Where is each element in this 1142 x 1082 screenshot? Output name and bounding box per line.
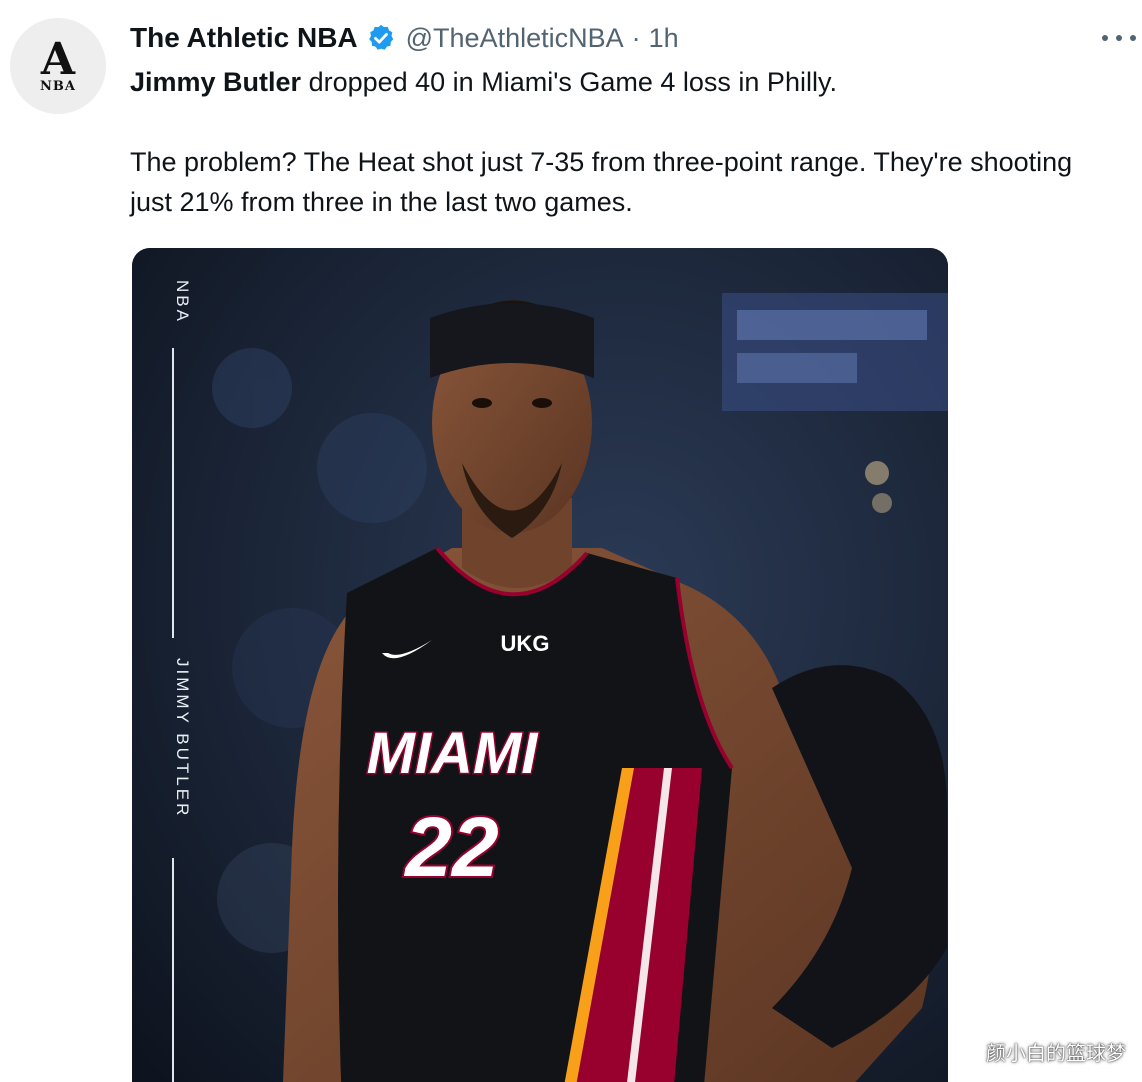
tweet-media-photo[interactable]: UKG MIAMI 22 NBA JIMMY BUTLER: [132, 248, 948, 1082]
side-label-league: NBA: [173, 280, 192, 324]
tweet-card: A NBA The Athletic NBA @TheAthleticNBA ·…: [0, 0, 1142, 1082]
display-name[interactable]: The Athletic NBA: [130, 22, 358, 54]
side-divider-bottom: [172, 858, 174, 1082]
mention-name: Jimmy Butler: [130, 67, 302, 97]
avatar-logo: A: [40, 33, 76, 85]
tweet-line-1: dropped 40 in Miami's Game 4 loss in Phi…: [301, 67, 837, 97]
tweet-text: Jimmy Butler dropped 40 in Miami's Game …: [130, 62, 1110, 222]
handle[interactable]: @TheAthleticNBA: [406, 23, 624, 54]
avatar-logo-sub: NBA: [40, 78, 76, 94]
jersey-number: 22: [403, 800, 498, 894]
more-options-icon[interactable]: [1102, 26, 1136, 50]
separator-dot: ·: [631, 22, 641, 53]
jersey-team: MIAMI: [367, 721, 540, 786]
tweet-header: The Athletic NBA @TheAthleticNBA · 1h: [130, 18, 679, 58]
timestamp[interactable]: 1h: [649, 23, 679, 54]
watermark: 颜小白的篮球梦: [986, 1041, 1126, 1065]
jersey-lettering: UKG MIAMI 22: [365, 631, 550, 896]
avatar[interactable]: A NBA: [10, 18, 106, 114]
tweet-paragraph-1: Jimmy Butler dropped 40 in Miami's Game …: [130, 62, 1110, 102]
verified-badge-icon: [368, 24, 393, 50]
tweet-paragraph-2: The problem? The Heat shot just 7-35 fro…: [130, 147, 1073, 217]
jersey-sponsor: UKG: [501, 631, 550, 656]
side-label-player: JIMMY BUTLER: [173, 658, 192, 819]
side-divider-top: [172, 348, 174, 638]
